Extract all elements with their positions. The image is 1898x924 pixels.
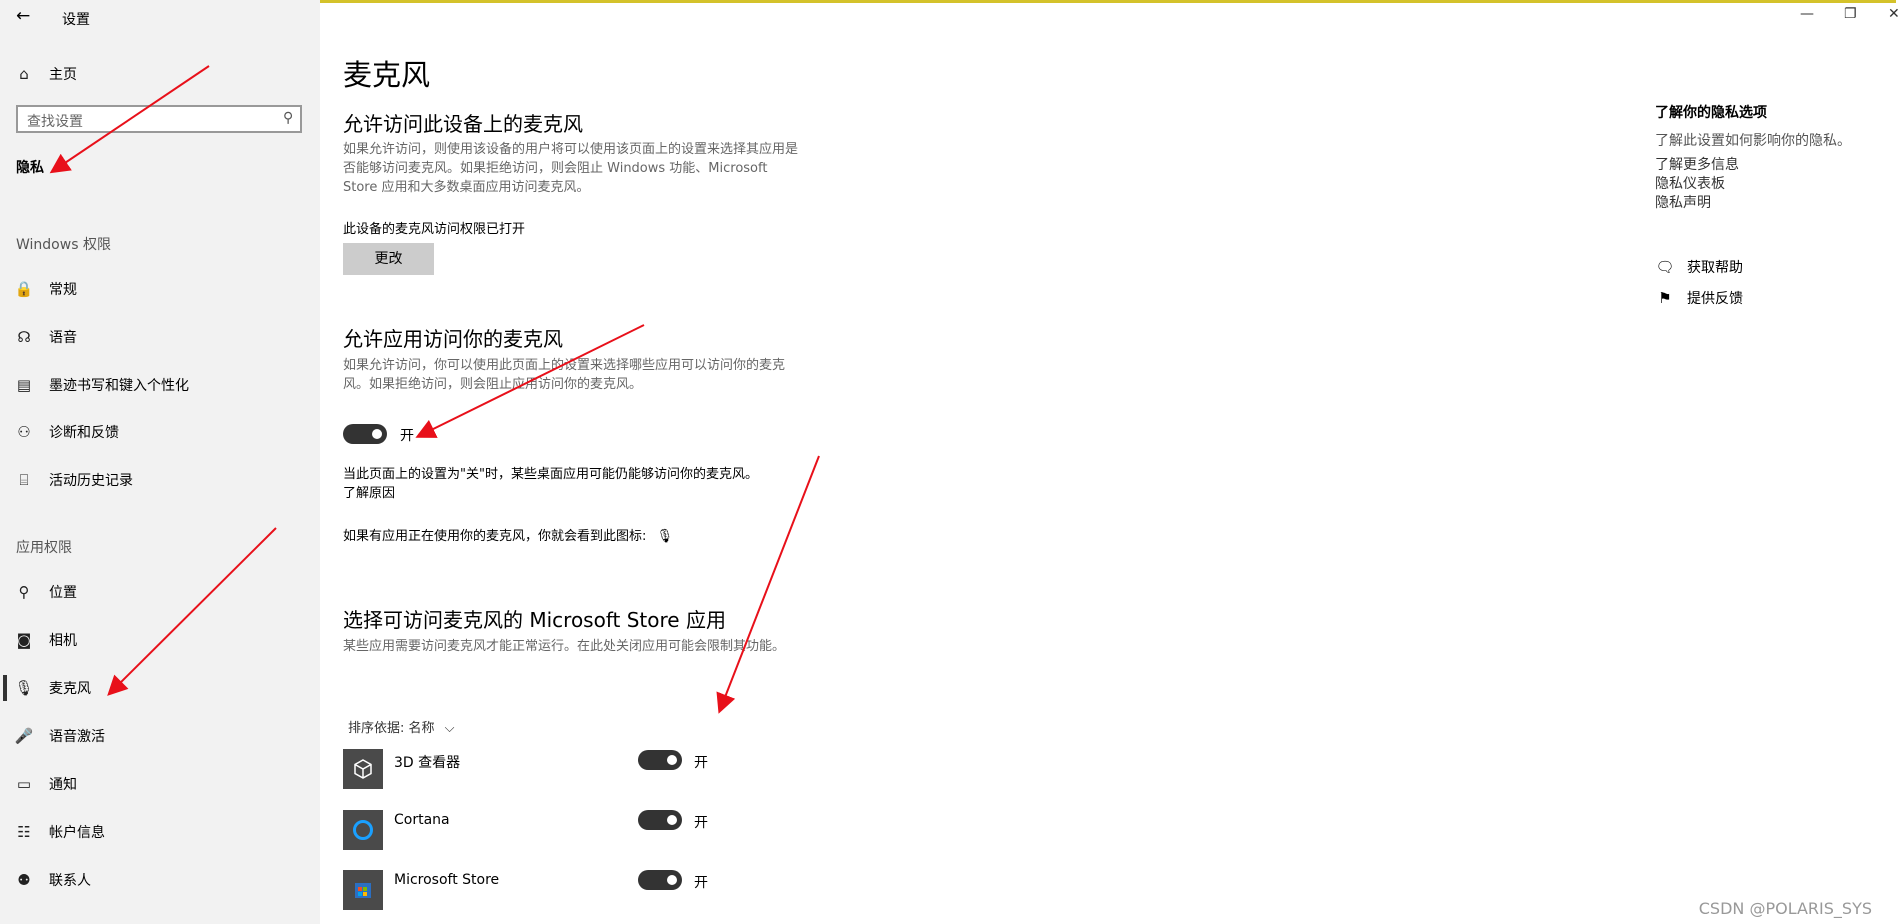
arrow-to-toggle bbox=[415, 324, 645, 438]
arrow-to-app-toggles bbox=[716, 455, 820, 714]
arrow-to-microphone bbox=[107, 527, 277, 696]
annotation-arrows bbox=[49, 65, 820, 714]
arrow-to-privacy bbox=[49, 65, 210, 174]
